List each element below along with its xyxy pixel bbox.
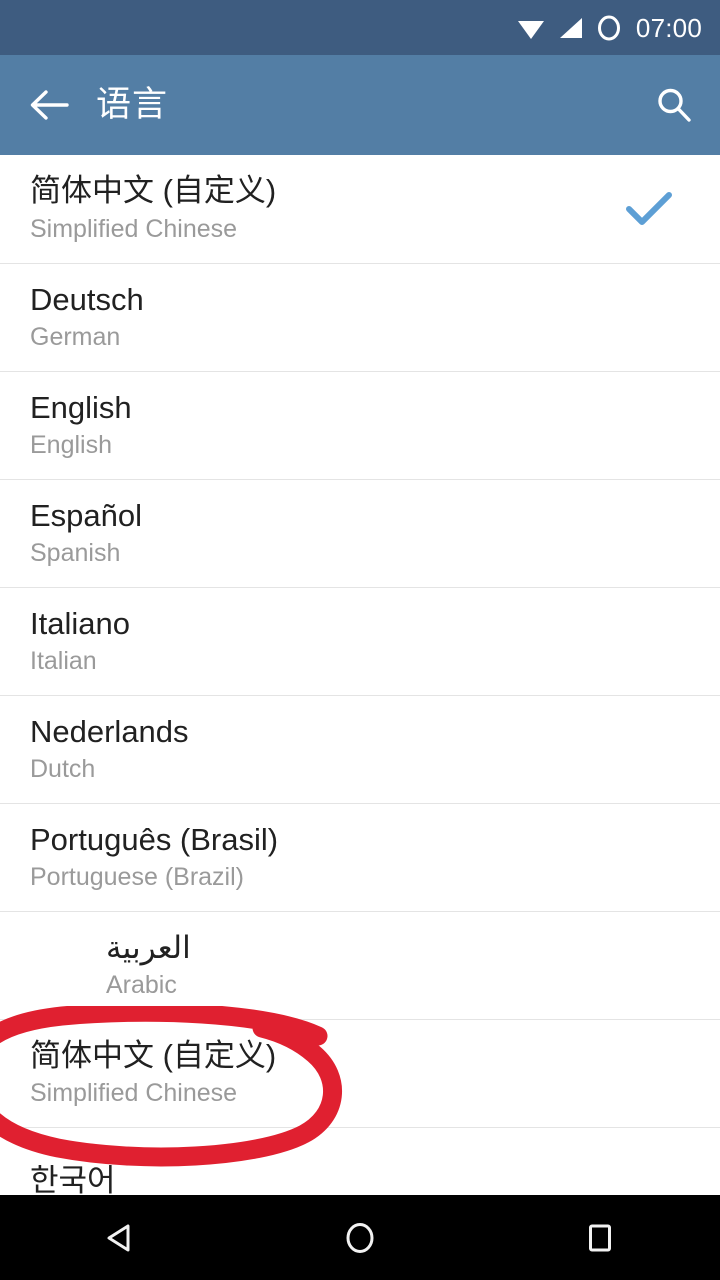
language-english-name: Simplified Chinese [30, 1079, 238, 1108]
language-english-name: Simplified Chinese [30, 214, 238, 243]
language-list-item[interactable]: Nederlands Dutch [0, 695, 720, 803]
language-native-name: Italiano [30, 605, 130, 641]
language-list-item[interactable]: Español Spanish [0, 479, 720, 587]
back-button[interactable] [0, 55, 96, 155]
language-list[interactable]: 简体中文 (自定义) Simplified Chinese Deutsch Germa… [0, 155, 720, 1195]
language-row-texts: 한국어 [30, 1163, 614, 1195]
status-bar-clock: 07:00 [635, 12, 702, 43]
language-native-name: Español [30, 497, 143, 533]
nav-recents-button[interactable] [520, 1195, 680, 1280]
nav-home-button[interactable] [280, 1195, 440, 1280]
language-row-texts: English English [30, 390, 614, 462]
status-bar: 07:00 [0, 0, 720, 55]
phone-screen: 07:00 语言 简体中文 (自定义) Simplified Chinese Deu… [0, 0, 720, 1280]
triangle-left-icon [107, 1224, 130, 1251]
language-list-item[interactable]: 한국어 [0, 1127, 720, 1195]
page-title: 语言 [96, 84, 169, 124]
language-native-name: 한국어 [30, 1163, 116, 1195]
language-row-texts: Español Spanish [30, 498, 614, 570]
nav-back-button[interactable] [40, 1195, 200, 1280]
language-row-texts: Nederlands Dutch [30, 714, 614, 786]
language-row-texts: 简体中文 (自定义) Simplified Chinese [30, 173, 614, 245]
language-list-item[interactable]: Português (Brasil) Portuguese (Brazil) [0, 803, 720, 911]
language-row-texts: Deutsch German [30, 282, 614, 354]
language-list-item[interactable]: Deutsch German [0, 263, 720, 371]
language-row-texts: العربية Arabic [106, 930, 690, 1002]
language-native-name: 简体中文 (自定义) [30, 173, 277, 209]
language-list-item[interactable]: العربية Arabic [0, 911, 720, 1019]
language-native-name: 简体中文 (自定义) [30, 1037, 277, 1073]
search-icon [658, 88, 691, 122]
cellular-signal-icon [559, 17, 582, 38]
language-english-name: Spanish [30, 539, 121, 568]
language-english-name: Arabic [106, 971, 177, 1000]
language-list-item[interactable]: English English [0, 371, 720, 479]
selected-check-icon [614, 174, 684, 244]
wifi-icon [517, 20, 544, 39]
arrow-left-icon [30, 90, 69, 120]
language-native-name: Deutsch [30, 281, 144, 317]
language-native-name: Português (Brasil) [30, 821, 279, 857]
language-row-texts: Italiano Italian [30, 606, 614, 678]
language-row-texts: Português (Brasil) Portuguese (Brazil) [30, 822, 614, 894]
language-native-name: العربية [106, 929, 191, 965]
language-list-item[interactable]: 简体中文 (自定义) Simplified Chinese [0, 155, 720, 263]
language-english-name: Italian [30, 647, 97, 676]
language-english-name: German [30, 323, 121, 352]
language-native-name: Nederlands [30, 713, 189, 749]
language-list-item[interactable]: 简体中文 (自定义) Simplified Chinese [0, 1019, 720, 1127]
language-row-texts: 简体中文 (自定义) Simplified Chinese [30, 1038, 614, 1110]
language-english-name: Dutch [30, 755, 96, 784]
language-english-name: Portuguese (Brazil) [30, 863, 244, 892]
search-button[interactable] [628, 55, 720, 155]
circle-icon [346, 1222, 374, 1253]
battery-empty-icon [597, 15, 620, 40]
android-navigation-bar [0, 1195, 720, 1280]
square-icon [589, 1224, 611, 1251]
language-list-item[interactable]: Italiano Italian [0, 587, 720, 695]
status-bar-icons [516, 14, 622, 42]
language-native-name: English [30, 389, 132, 425]
language-english-name: English [30, 431, 112, 460]
app-bar: 语言 [0, 55, 720, 155]
